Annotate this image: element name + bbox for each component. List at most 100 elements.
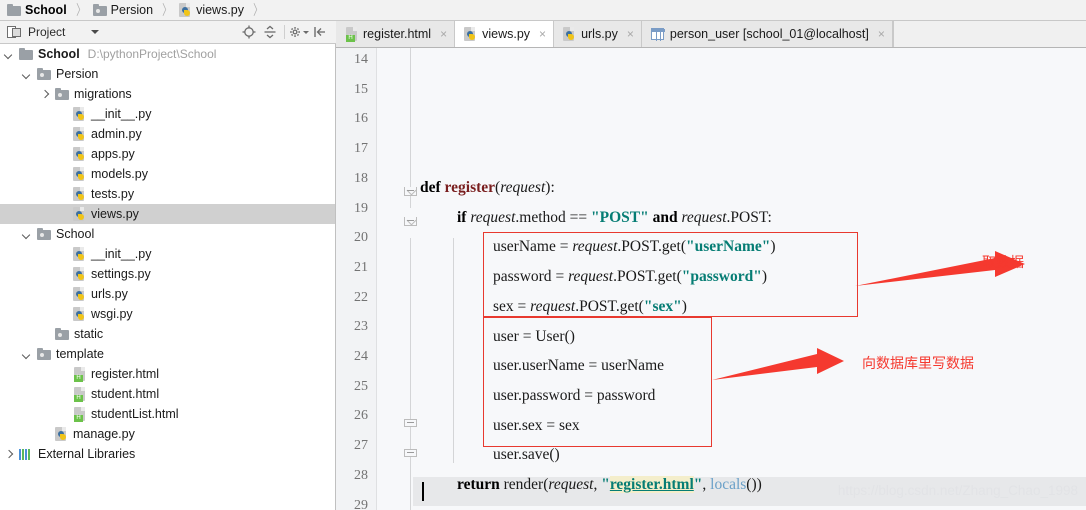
- locate-icon[interactable]: [239, 22, 259, 42]
- hide-panel-icon[interactable]: [310, 22, 330, 42]
- tree-item---init---py[interactable]: __init__.py: [0, 104, 335, 124]
- tree-item-settings-py[interactable]: settings.py: [0, 264, 335, 284]
- tree-item-student-html[interactable]: Hstudent.html: [0, 384, 335, 404]
- collapse-all-icon[interactable]: [260, 22, 280, 42]
- folder-src-icon: [37, 68, 51, 80]
- code-line: user.password = password: [493, 386, 656, 404]
- close-icon[interactable]: ×: [878, 28, 885, 40]
- tree-item-label: views.py: [91, 207, 139, 221]
- chevron-down-icon[interactable]: [22, 349, 33, 360]
- fold-marker-end-if[interactable]: [404, 416, 417, 427]
- python-file-icon: [73, 106, 86, 122]
- python-file-icon: [73, 246, 86, 262]
- chevron-down-icon[interactable]: [91, 30, 100, 34]
- tree-item-static[interactable]: static: [0, 324, 335, 344]
- chevron-right-icon[interactable]: [4, 449, 15, 460]
- tree-item-label: apps.py: [91, 147, 135, 161]
- breadcrumb-label: School: [25, 3, 67, 17]
- tree-item-label: tests.py: [91, 187, 135, 201]
- editor-tab-label: views.py: [482, 27, 531, 41]
- tree-item-template[interactable]: template: [0, 344, 335, 364]
- fold-marker-end-def[interactable]: [404, 446, 417, 457]
- tree-item-views-py[interactable]: views.py: [0, 204, 335, 224]
- close-icon[interactable]: ×: [440, 28, 447, 40]
- editor-tab-urls-py[interactable]: urls.py ×: [554, 21, 642, 47]
- breadcrumb-item-school[interactable]: School: [7, 0, 67, 20]
- tree-item-urls-py[interactable]: urls.py: [0, 284, 335, 304]
- folder-src-icon: [55, 328, 69, 340]
- line-number: 19: [354, 200, 368, 216]
- tree-item-school[interactable]: School D:\pythonProject\School: [0, 44, 335, 64]
- line-number: 17: [354, 141, 368, 157]
- watermark: https://blog.csdn.net/Zhang_Chao_1998: [837, 483, 1078, 498]
- line-number: 23: [354, 319, 368, 335]
- html-file-icon: H: [345, 26, 358, 42]
- breadcrumb-item-persion[interactable]: Persion: [92, 0, 154, 20]
- tree-item-label: models.py: [91, 167, 148, 181]
- folder-icon: [7, 4, 21, 16]
- tree-item-tests-py[interactable]: tests.py: [0, 184, 335, 204]
- editor-tab-label: register.html: [363, 27, 432, 41]
- db-table-icon: [650, 27, 665, 41]
- tree-item-label: External Libraries: [38, 447, 136, 461]
- tree-item-register-html[interactable]: Hregister.html: [0, 364, 335, 384]
- tree-item-label: urls.py: [91, 287, 128, 301]
- editor-tab-register-html[interactable]: Hregister.html ×: [336, 21, 456, 47]
- folder-src-icon: [92, 4, 107, 16]
- python-file-icon: [73, 126, 86, 142]
- close-icon[interactable]: ×: [539, 28, 546, 40]
- folder-icon: [19, 48, 33, 60]
- fold-strip[interactable]: [377, 48, 417, 510]
- code-line: password = request.POST.get("password"): [493, 268, 767, 286]
- line-number-gutter: 1415161718192021222324252627282930: [336, 48, 377, 510]
- tree-item-studentlist-html[interactable]: HstudentList.html: [0, 404, 335, 424]
- tree-item-wsgi-py[interactable]: wsgi.py: [0, 304, 335, 324]
- close-icon[interactable]: ×: [627, 28, 634, 40]
- tree-item-models-py[interactable]: models.py: [0, 164, 335, 184]
- fold-marker-def[interactable]: [404, 184, 417, 196]
- tree-item-label: register.html: [91, 367, 160, 381]
- html-file-icon: H: [73, 386, 86, 402]
- tree-item-label: manage.py: [73, 427, 135, 441]
- settings-gear-icon[interactable]: [289, 22, 309, 42]
- editor-tab-person-user[interactable]: person_user [school_01@localhost] ×: [641, 21, 893, 47]
- python-file-icon: [73, 266, 86, 282]
- fold-marker-if[interactable]: [404, 214, 417, 226]
- python-file-icon: [73, 166, 86, 182]
- tree-item-external-libraries[interactable]: External Libraries: [0, 444, 335, 464]
- breadcrumb-item-viewspy[interactable]: views.py: [179, 0, 244, 20]
- tree-item-school[interactable]: School: [0, 224, 335, 244]
- indent-guide: [453, 238, 454, 463]
- chevron-down-icon[interactable]: [22, 69, 33, 80]
- chevron-down-icon[interactable]: [4, 49, 15, 60]
- code-line: sex = request.POST.get("sex"): [493, 297, 687, 315]
- folder-src-icon: [37, 228, 51, 240]
- editor-tab-bar[interactable]: Hregister.html × views.py × urls.py × person_u…: [336, 21, 1086, 48]
- html-file-icon: H: [73, 406, 86, 422]
- code-line: if request.method == "POST" and request.…: [457, 208, 772, 226]
- tree-item---init---py[interactable]: __init__.py: [0, 244, 335, 264]
- tree-item-migrations[interactable]: migrations: [0, 84, 335, 104]
- code-editor[interactable]: 1415161718192021222324252627282930 def r…: [336, 48, 1086, 510]
- tree-item-label: studentList.html: [91, 407, 179, 421]
- line-number: 14: [354, 52, 368, 67]
- tree-item-manage-py[interactable]: manage.py: [0, 424, 335, 444]
- tree-item-persion[interactable]: Persion: [0, 64, 335, 84]
- chevron-right-icon[interactable]: [40, 89, 51, 100]
- code-line: user.sex = sex: [493, 416, 580, 434]
- tree-item-apps-py[interactable]: apps.py: [0, 144, 335, 164]
- tree-item-admin-py[interactable]: admin.py: [0, 124, 335, 144]
- project-tree[interactable]: School D:\pythonProject\School Persion migr…: [0, 44, 336, 510]
- breadcrumb-label: Persion: [110, 3, 154, 17]
- chevron-down-icon[interactable]: [22, 229, 33, 240]
- code-line: user.save(): [493, 446, 560, 464]
- editor-tab-views-py[interactable]: views.py ×: [455, 21, 555, 47]
